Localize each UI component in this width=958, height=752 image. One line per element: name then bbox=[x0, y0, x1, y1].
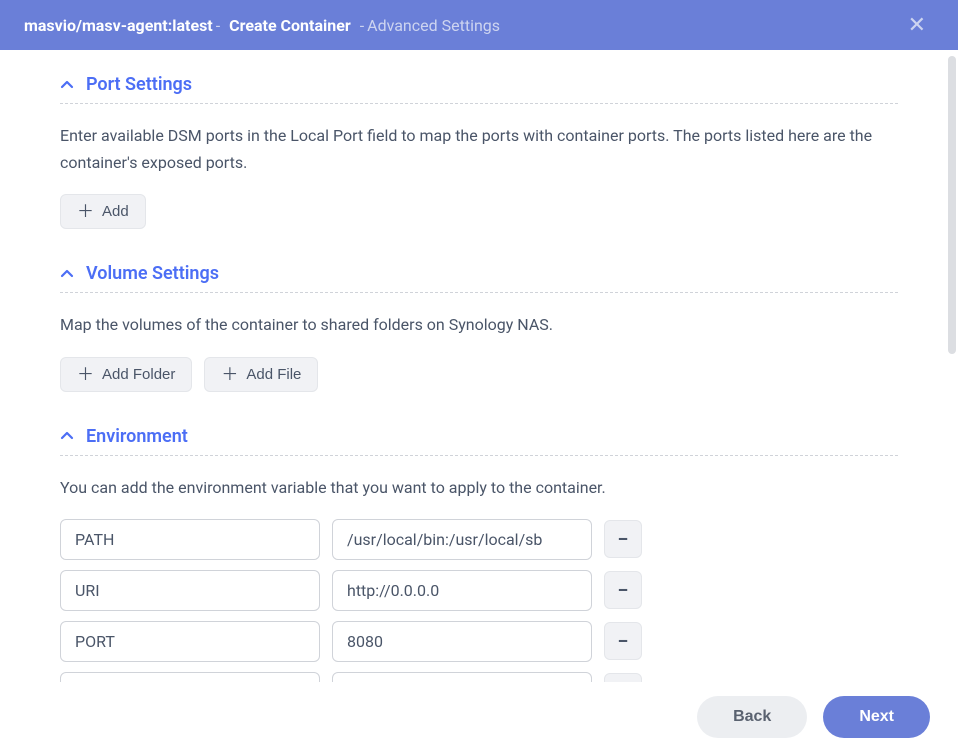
volume-settings-title: Volume Settings bbox=[86, 263, 219, 284]
chevron-up-icon bbox=[60, 78, 74, 92]
minus-icon: − bbox=[617, 629, 628, 653]
add-port-label: Add bbox=[102, 203, 129, 220]
plus-icon: ＋ bbox=[77, 203, 94, 220]
scrollbar[interactable] bbox=[948, 56, 956, 354]
environment-section: Environment You can add the environment … bbox=[60, 426, 898, 682]
env-key-input[interactable] bbox=[60, 621, 320, 662]
remove-env-button[interactable]: − bbox=[604, 622, 642, 660]
env-rows: − − − − bbox=[60, 519, 898, 682]
dialog-header: masvio/masv-agent:latest - Create Contai… bbox=[0, 0, 958, 50]
remove-env-button[interactable]: − bbox=[604, 673, 642, 682]
env-key-input[interactable] bbox=[60, 570, 320, 611]
chevron-up-icon bbox=[60, 267, 74, 281]
env-row: − bbox=[60, 519, 898, 560]
back-button[interactable]: Back bbox=[697, 696, 807, 738]
environment-title: Environment bbox=[86, 426, 188, 447]
env-row: − bbox=[60, 570, 898, 611]
environment-header[interactable]: Environment bbox=[60, 426, 898, 456]
dialog-content: Port Settings Enter available DSM ports … bbox=[0, 50, 958, 682]
next-button[interactable]: Next bbox=[823, 696, 930, 738]
remove-env-button[interactable]: − bbox=[604, 571, 642, 609]
port-settings-title: Port Settings bbox=[86, 74, 192, 95]
header-image-name: masvio/masv-agent:latest bbox=[24, 16, 213, 35]
volume-settings-header[interactable]: Volume Settings bbox=[60, 263, 898, 293]
add-port-button[interactable]: ＋ Add bbox=[60, 194, 146, 229]
remove-env-button[interactable]: − bbox=[604, 520, 642, 558]
add-file-label: Add File bbox=[246, 366, 301, 383]
close-icon[interactable]: ✕ bbox=[900, 9, 934, 42]
port-settings-desc: Enter available DSM ports in the Local P… bbox=[60, 122, 898, 176]
plus-icon: ＋ bbox=[77, 366, 94, 383]
volume-settings-section: Volume Settings Map the volumes of the c… bbox=[60, 263, 898, 391]
add-folder-label: Add Folder bbox=[102, 366, 175, 383]
header-title: Create Container bbox=[229, 16, 351, 35]
env-key-input[interactable] bbox=[60, 672, 320, 682]
environment-desc: You can add the environment variable tha… bbox=[60, 474, 898, 501]
env-value-input[interactable] bbox=[332, 621, 592, 662]
env-value-input[interactable] bbox=[332, 570, 592, 611]
header-sep-2: - bbox=[360, 16, 364, 35]
plus-icon: ＋ bbox=[221, 366, 238, 383]
header-subtitle: Advanced Settings bbox=[367, 16, 500, 35]
dialog-footer: Back Next bbox=[0, 682, 958, 752]
volume-settings-desc: Map the volumes of the container to shar… bbox=[60, 311, 898, 338]
chevron-up-icon bbox=[60, 429, 74, 443]
env-row: − bbox=[60, 621, 898, 662]
env-value-input[interactable] bbox=[332, 519, 592, 560]
env-key-input[interactable] bbox=[60, 519, 320, 560]
env-value-input[interactable] bbox=[332, 672, 592, 682]
port-settings-section: Port Settings Enter available DSM ports … bbox=[60, 74, 898, 229]
minus-icon: − bbox=[617, 527, 628, 551]
minus-icon: − bbox=[617, 578, 628, 602]
port-settings-header[interactable]: Port Settings bbox=[60, 74, 898, 104]
add-file-button[interactable]: ＋ Add File bbox=[204, 357, 318, 392]
env-row: − bbox=[60, 672, 898, 682]
add-folder-button[interactable]: ＋ Add Folder bbox=[60, 357, 192, 392]
header-sep-1: - bbox=[216, 16, 220, 35]
